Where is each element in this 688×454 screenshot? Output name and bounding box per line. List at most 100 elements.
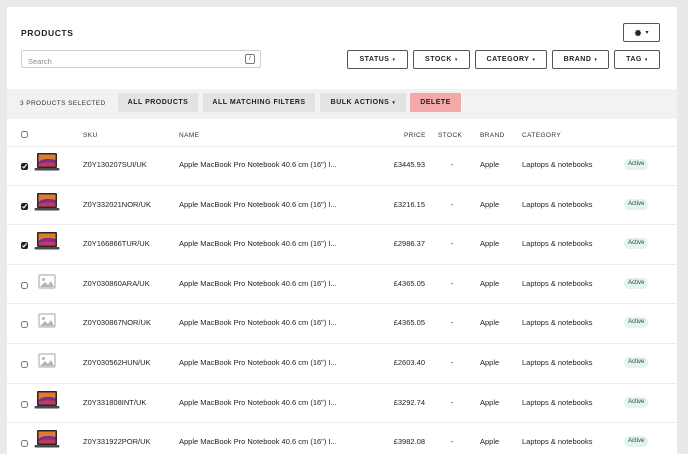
filter-label: STATUS	[359, 56, 390, 63]
chevron-down-icon: ▾	[532, 56, 536, 63]
status-badge: Active	[624, 238, 649, 250]
row-name[interactable]: Apple MacBook Pro Notebook 40.6 cm (16")…	[179, 318, 337, 327]
column-brand[interactable]: BRAND	[480, 132, 505, 139]
column-category[interactable]: CATEGORY	[522, 132, 561, 139]
search-input[interactable]	[22, 53, 232, 70]
table-row[interactable]: Z0Y331808INT/UK Apple MacBook Pro Noteboo…	[7, 384, 677, 424]
row-category: Laptops & notebooks	[522, 239, 593, 249]
row-price: £4365.05	[393, 278, 425, 288]
filter-status-button[interactable]: STATUS ▾	[347, 50, 408, 69]
status-badge: Active	[624, 198, 649, 210]
image-placeholder-icon	[34, 271, 60, 293]
row-select-checkbox[interactable]	[21, 163, 28, 170]
row-sku[interactable]: Z0Y030860ARA/UK	[83, 279, 150, 288]
page-title: PRODUCTS	[21, 28, 74, 38]
table-row[interactable]: Z0Y030860ARA/UK Apple MacBook Pro Noteboo…	[7, 265, 677, 305]
row-category: Laptops & notebooks	[522, 397, 593, 407]
row-price: £2986.37	[393, 239, 425, 249]
row-sku[interactable]: Z0Y030562HUN/UK	[83, 358, 151, 367]
column-sku[interactable]: SKU	[83, 132, 98, 139]
status-badge: Active	[624, 357, 649, 368]
select-all-checkbox[interactable]	[21, 131, 28, 138]
row-sku[interactable]: Z0Y166866TUR/UK	[83, 239, 150, 248]
filter-label: STOCK	[425, 56, 452, 63]
row-category: Laptops & notebooks	[522, 199, 593, 209]
filter-tag-button[interactable]: TAG ▾	[614, 50, 660, 69]
column-price[interactable]: PRICE	[404, 132, 426, 139]
chevron-down-icon: ▾	[454, 56, 458, 63]
row-brand: Apple	[480, 437, 500, 447]
row-brand: Apple	[480, 278, 500, 288]
row-category: Laptops & notebooks	[522, 318, 593, 328]
row-stock: -	[450, 358, 454, 367]
table-row[interactable]: Z0Y331922POR/UK Apple MacBook Pro Noteboo…	[7, 423, 677, 454]
search-box[interactable]: /	[21, 50, 261, 70]
row-brand: Apple	[480, 160, 500, 169]
row-select-checkbox[interactable]	[21, 440, 28, 448]
row-select-checkbox[interactable]	[21, 242, 28, 250]
bulk-actions-button[interactable]: BULK ACTIONS ▾	[320, 93, 406, 112]
row-name[interactable]: Apple MacBook Pro Notebook 40.6 cm (16")…	[179, 200, 337, 209]
row-select-checkbox[interactable]	[21, 321, 28, 329]
table-row[interactable]: Z0Y030562HUN/UK Apple MacBook Pro Noteboo…	[7, 344, 677, 384]
table-row[interactable]: Z0Y030867NOR/UK Apple MacBook Pro Noteboo…	[7, 304, 677, 344]
row-sku[interactable]: Z0Y331808INT/UK	[83, 398, 146, 407]
filter-stock-button[interactable]: STOCK ▾	[413, 50, 470, 69]
row-name[interactable]: Apple MacBook Pro Notebook 40.6 cm (16")…	[179, 279, 337, 288]
chevron-down-icon: ▾	[645, 30, 649, 36]
status-badge: Active	[624, 277, 649, 289]
delete-button[interactable]: DELETE	[410, 93, 461, 112]
chevron-down-icon: ▾	[392, 99, 396, 106]
select-all-matching-button[interactable]: ALL MATCHING FILTERS	[203, 93, 315, 112]
row-sku[interactable]: Z0Y130207SUI/UK	[83, 160, 147, 169]
table-row[interactable]: Z0Y332021NOR/UK Apple MacBook Pro Noteboo…	[7, 186, 677, 226]
row-stock: -	[450, 397, 454, 407]
row-brand: Apple	[480, 397, 500, 407]
bulk-actions-label: BULK ACTIONS	[330, 99, 390, 106]
filter-category-button[interactable]: CATEGORY ▾	[475, 50, 547, 69]
row-name[interactable]: Apple MacBook Pro Notebook 40.6 cm (16")…	[179, 160, 337, 169]
products-panel: PRODUCTS ▾ / STATUS▾ STOCK▾ CATEGORY▾ BR…	[7, 7, 677, 454]
row-price: £2603.40	[393, 358, 425, 367]
image-placeholder-icon	[34, 310, 60, 332]
product-thumbnail	[34, 390, 60, 412]
row-price: £3292.74	[393, 397, 425, 407]
row-sku[interactable]: Z0Y030867NOR/UK	[83, 318, 151, 327]
product-thumbnail	[34, 152, 60, 174]
chevron-down-icon: ▾	[594, 56, 598, 63]
row-stock: -	[450, 318, 454, 328]
row-price: £3445.93	[393, 160, 425, 169]
row-category: Laptops & notebooks	[522, 160, 593, 169]
row-name[interactable]: Apple MacBook Pro Notebook 40.6 cm (16")…	[179, 437, 337, 446]
status-badge: Active	[624, 396, 649, 408]
select-all-products-button[interactable]: ALL PRODUCTS	[118, 93, 198, 112]
row-price: £3216.15	[393, 199, 425, 209]
product-thumbnail	[34, 231, 60, 253]
product-thumbnail	[34, 429, 60, 451]
table-row[interactable]: Z0Y166866TUR/UK Apple MacBook Pro Noteboo…	[7, 225, 677, 265]
row-name[interactable]: Apple MacBook Pro Notebook 40.6 cm (16")…	[179, 398, 337, 407]
bulk-action-bar: 3 PRODUCTS SELECTED ALL PRODUCTS ALL MAT…	[7, 89, 677, 119]
row-brand: Apple	[480, 199, 500, 209]
row-name[interactable]: Apple MacBook Pro Notebook 40.6 cm (16")…	[179, 239, 337, 248]
row-sku[interactable]: Z0Y331922POR/UK	[83, 437, 151, 446]
gear-icon	[635, 29, 642, 37]
filter-brand-button[interactable]: BRAND ▾	[552, 50, 609, 69]
row-category: Laptops & notebooks	[522, 358, 593, 367]
row-select-checkbox[interactable]	[21, 202, 28, 210]
row-select-checkbox[interactable]	[21, 400, 28, 408]
chevron-down-icon: ▾	[644, 56, 648, 63]
filter-label: TAG	[626, 56, 642, 63]
row-select-checkbox[interactable]	[21, 361, 28, 368]
column-stock[interactable]: STOCK	[438, 132, 462, 139]
status-badge: Active	[624, 159, 649, 170]
table-row[interactable]: Z0Y130207SUI/UK Apple MacBook Pro Noteboo…	[7, 146, 677, 186]
row-price: £3982.08	[393, 437, 425, 447]
row-name[interactable]: Apple MacBook Pro Notebook 40.6 cm (16")…	[179, 358, 337, 367]
settings-button[interactable]: ▾	[623, 23, 660, 42]
selected-count: 3 PRODUCTS SELECTED	[20, 100, 106, 107]
filter-label: BRAND	[563, 56, 592, 63]
row-sku[interactable]: Z0Y332021NOR/UK	[83, 200, 151, 209]
column-name[interactable]: NAME	[179, 132, 199, 139]
row-select-checkbox[interactable]	[21, 281, 28, 289]
